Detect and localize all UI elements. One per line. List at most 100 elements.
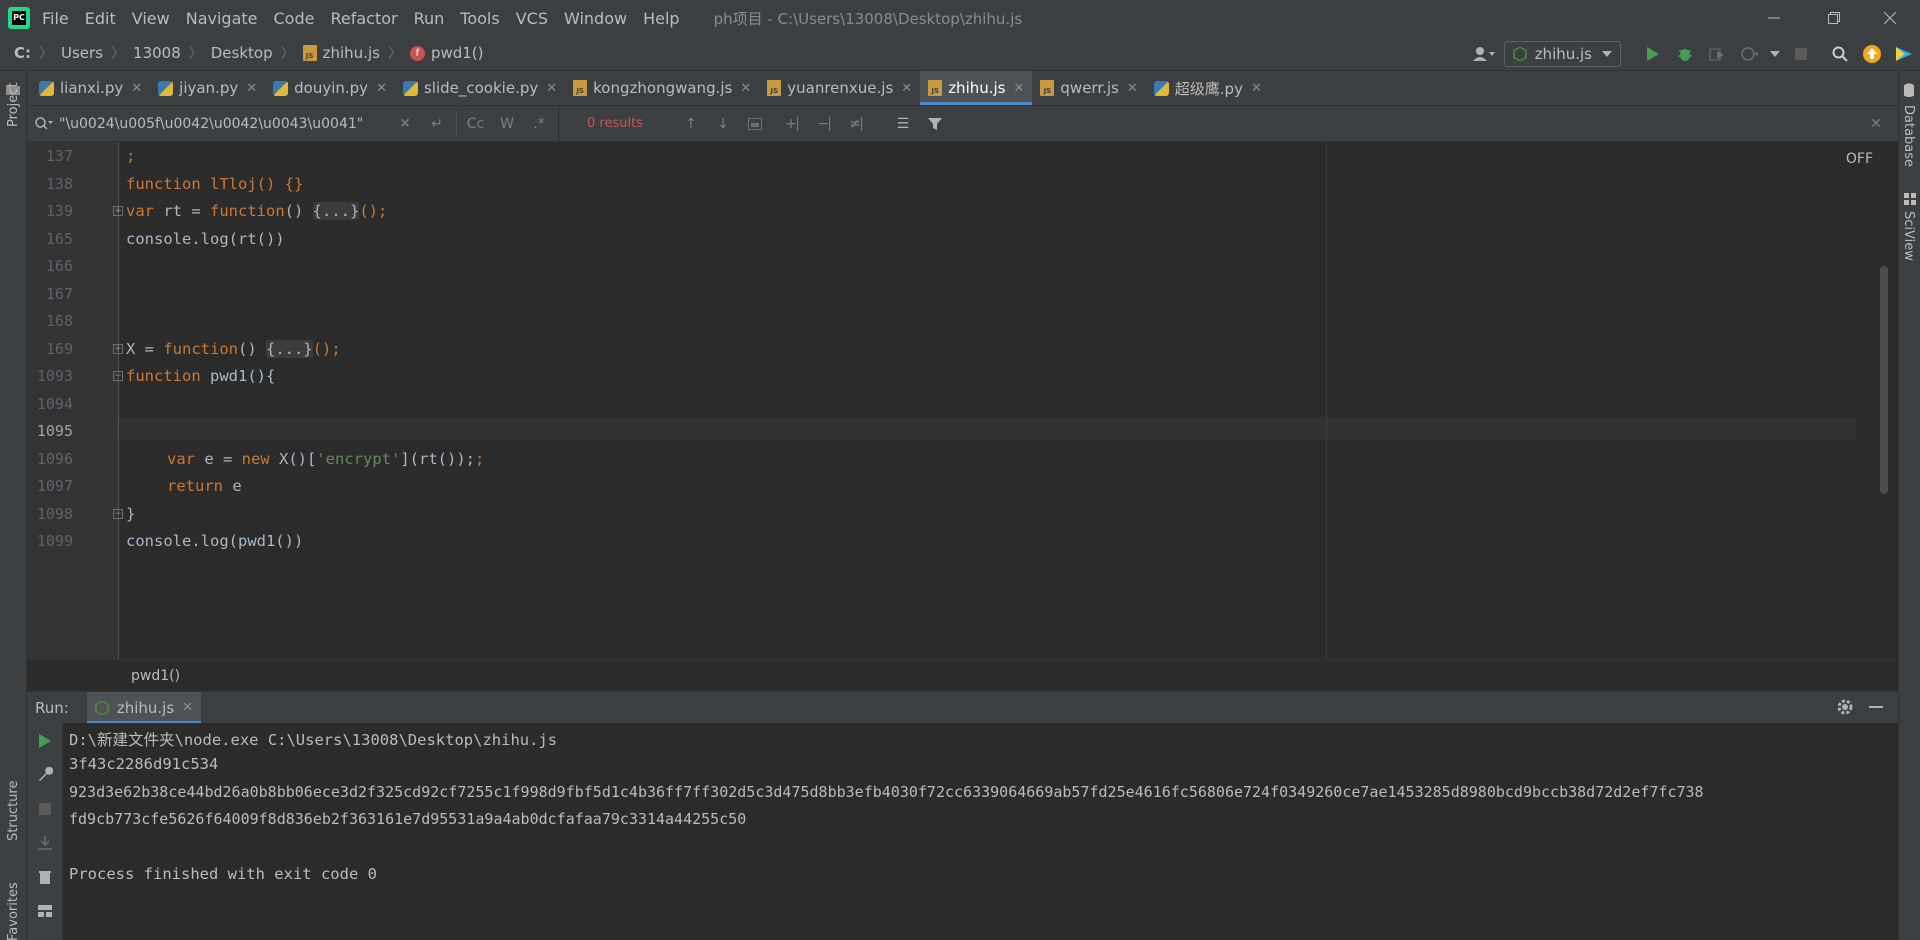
restore-icon[interactable]: [1806, 0, 1862, 36]
more-run-options-icon[interactable]: [1768, 41, 1782, 67]
close-icon[interactable]: ✕: [131, 81, 142, 96]
breadcrumb-function-label: pwd1(): [430, 44, 484, 62]
tab-douyin-py[interactable]: douyin.py ✕: [265, 71, 395, 105]
search-history-icon[interactable]: [35, 116, 53, 131]
next-occurrence-icon[interactable]: ↓: [710, 111, 736, 137]
run-icon[interactable]: [1640, 41, 1666, 67]
breadcrumb-13008[interactable]: 13008: [133, 44, 181, 62]
stop-icon[interactable]: [1788, 41, 1814, 67]
chevron-right-icon: 〉: [280, 46, 295, 62]
search-everywhere-icon[interactable]: [1827, 41, 1853, 67]
tab-chaojiying-py[interactable]: 超级鹰.py ✕: [1146, 71, 1270, 105]
hide-panel-icon[interactable]: [1868, 698, 1884, 716]
select-all-occurrences-icon[interactable]: [742, 111, 768, 137]
code-editor[interactable]: 137 138 139 165 166 167 168 169 1093 109…: [27, 142, 1898, 659]
close-icon[interactable]: ✕: [740, 81, 751, 96]
plugin-logo-icon[interactable]: [1891, 41, 1917, 67]
menu-view[interactable]: View: [132, 9, 170, 28]
fold-expand-icon[interactable]: +: [113, 206, 123, 216]
sciview-icon: [1904, 191, 1916, 209]
regex-button[interactable]: .*: [526, 111, 552, 137]
filter-search-results-icon[interactable]: ☰: [890, 111, 916, 137]
menu-tools[interactable]: Tools: [460, 9, 499, 28]
inspection-status-label[interactable]: OFF: [1846, 151, 1873, 167]
layout-icon[interactable]: [33, 899, 57, 923]
fold-collapse-icon[interactable]: −: [113, 371, 123, 381]
clear-search-icon[interactable]: ✕: [392, 111, 418, 137]
menu-navigate[interactable]: Navigate: [186, 9, 258, 28]
match-case-button[interactable]: Cc: [456, 110, 488, 137]
trash-icon[interactable]: [33, 865, 57, 889]
close-icon[interactable]: ✕: [1251, 81, 1262, 96]
stop-icon[interactable]: [33, 797, 57, 821]
menu-vcs[interactable]: VCS: [516, 9, 548, 28]
js-file-icon: JS: [1040, 80, 1055, 96]
update-icon[interactable]: [1859, 41, 1885, 67]
add-occurrence-icon[interactable]: +⎸: [785, 111, 811, 137]
close-icon[interactable]: ✕: [182, 700, 193, 715]
previous-occurrence-icon[interactable]: ↑: [678, 111, 704, 137]
wrench-icon[interactable]: [33, 763, 57, 787]
breadcrumb-drive[interactable]: C:: [14, 44, 31, 62]
sciview-tool-window-button[interactable]: SciView: [1901, 211, 1916, 261]
breadcrumb-function[interactable]: f pwd1(): [409, 44, 484, 62]
run-configuration-select[interactable]: zhihu.js: [1503, 40, 1621, 67]
favorites-tool-window-button[interactable]: Favorites: [6, 882, 21, 940]
breadcrumb-file[interactable]: JS zhihu.js: [302, 44, 380, 62]
tab-label: yuanrenxue.js: [787, 79, 894, 97]
menu-run[interactable]: Run: [414, 9, 445, 28]
menu-file[interactable]: File: [42, 9, 69, 28]
filter-icon[interactable]: [922, 111, 948, 137]
close-icon[interactable]: ✕: [546, 81, 557, 96]
tab-zhihu-js[interactable]: JS zhihu.js ✕: [920, 71, 1033, 105]
whole-words-button[interactable]: W: [494, 111, 520, 137]
tab-lianxi-py[interactable]: lianxi.py ✕: [27, 71, 150, 105]
tab-kongzhongwang-js[interactable]: JS kongzhongwang.js ✕: [565, 71, 759, 105]
folded-region[interactable]: {...}: [265, 340, 313, 358]
menu-help[interactable]: Help: [643, 9, 679, 28]
menu-edit[interactable]: Edit: [85, 9, 116, 28]
run-tab-zhihu-js[interactable]: zhihu.js ✕: [86, 691, 202, 724]
remove-occurrence-icon[interactable]: −⎸: [817, 111, 843, 137]
code-breadcrumb-function[interactable]: pwd1(): [131, 668, 180, 684]
user-dropdown-icon[interactable]: [1467, 41, 1501, 67]
folded-region[interactable]: {...}: [312, 202, 360, 220]
database-tool-window-button[interactable]: Database: [1901, 105, 1916, 167]
tab-jiyan-py[interactable]: jiyan.py ✕: [150, 71, 265, 105]
line-number-gutter: 137 138 139 165 166 167 168 169 1093 109…: [27, 142, 123, 659]
close-find-bar-icon[interactable]: ✕: [1863, 111, 1889, 137]
minimize-icon[interactable]: [1746, 0, 1802, 36]
run-console-output[interactable]: D:\新建文件夹\node.exe C:\Users\13008\Desktop…: [63, 723, 1898, 940]
editor-scrollbar[interactable]: [1880, 266, 1888, 494]
close-icon[interactable]: ✕: [376, 81, 387, 96]
menu-code[interactable]: Code: [274, 9, 315, 28]
settings-gear-icon[interactable]: [1836, 698, 1854, 720]
project-tool-window-button[interactable]: Project: [6, 83, 21, 127]
profile-icon[interactable]: [1736, 41, 1762, 67]
tab-slide-cookie-py[interactable]: slide_cookie.py ✕: [395, 71, 565, 105]
close-icon[interactable]: ✕: [246, 81, 257, 96]
breadcrumb-users[interactable]: Users: [61, 44, 103, 62]
breadcrumb-desktop[interactable]: Desktop: [211, 44, 273, 62]
menu-refactor[interactable]: Refactor: [330, 9, 397, 28]
close-icon[interactable]: ✕: [901, 81, 912, 96]
scroll-to-end-icon[interactable]: [33, 831, 57, 855]
new-line-icon[interactable]: ↵: [424, 111, 450, 137]
close-icon[interactable]: [1862, 0, 1918, 36]
fold-expand-icon[interactable]: +: [113, 344, 123, 354]
rerun-icon[interactable]: [33, 729, 57, 753]
structure-tool-window-button[interactable]: Structure: [6, 781, 21, 841]
close-icon[interactable]: ✕: [1014, 81, 1025, 96]
tab-qwerr-js[interactable]: JS qwerr.js ✕: [1032, 71, 1145, 105]
tab-yuanrenxue-js[interactable]: JS yuanrenxue.js ✕: [759, 71, 920, 105]
find-bar: ✕ ↵ Cc W .* 0 results ↑ ↓ +⎸ −⎸ ≠⎸ ☰ ✕: [27, 105, 1898, 142]
debug-icon[interactable]: [1672, 41, 1698, 67]
menu-window[interactable]: Window: [564, 9, 627, 28]
console-line: Process finished with exit code 0: [69, 865, 377, 883]
fold-end-icon[interactable]: −: [113, 509, 123, 519]
search-input[interactable]: [59, 115, 389, 132]
toggle-occurrence-icon[interactable]: ≠⎸: [849, 111, 875, 137]
nodejs-icon: [95, 700, 109, 715]
close-icon[interactable]: ✕: [1127, 81, 1138, 96]
run-coverage-icon[interactable]: [1704, 41, 1730, 67]
